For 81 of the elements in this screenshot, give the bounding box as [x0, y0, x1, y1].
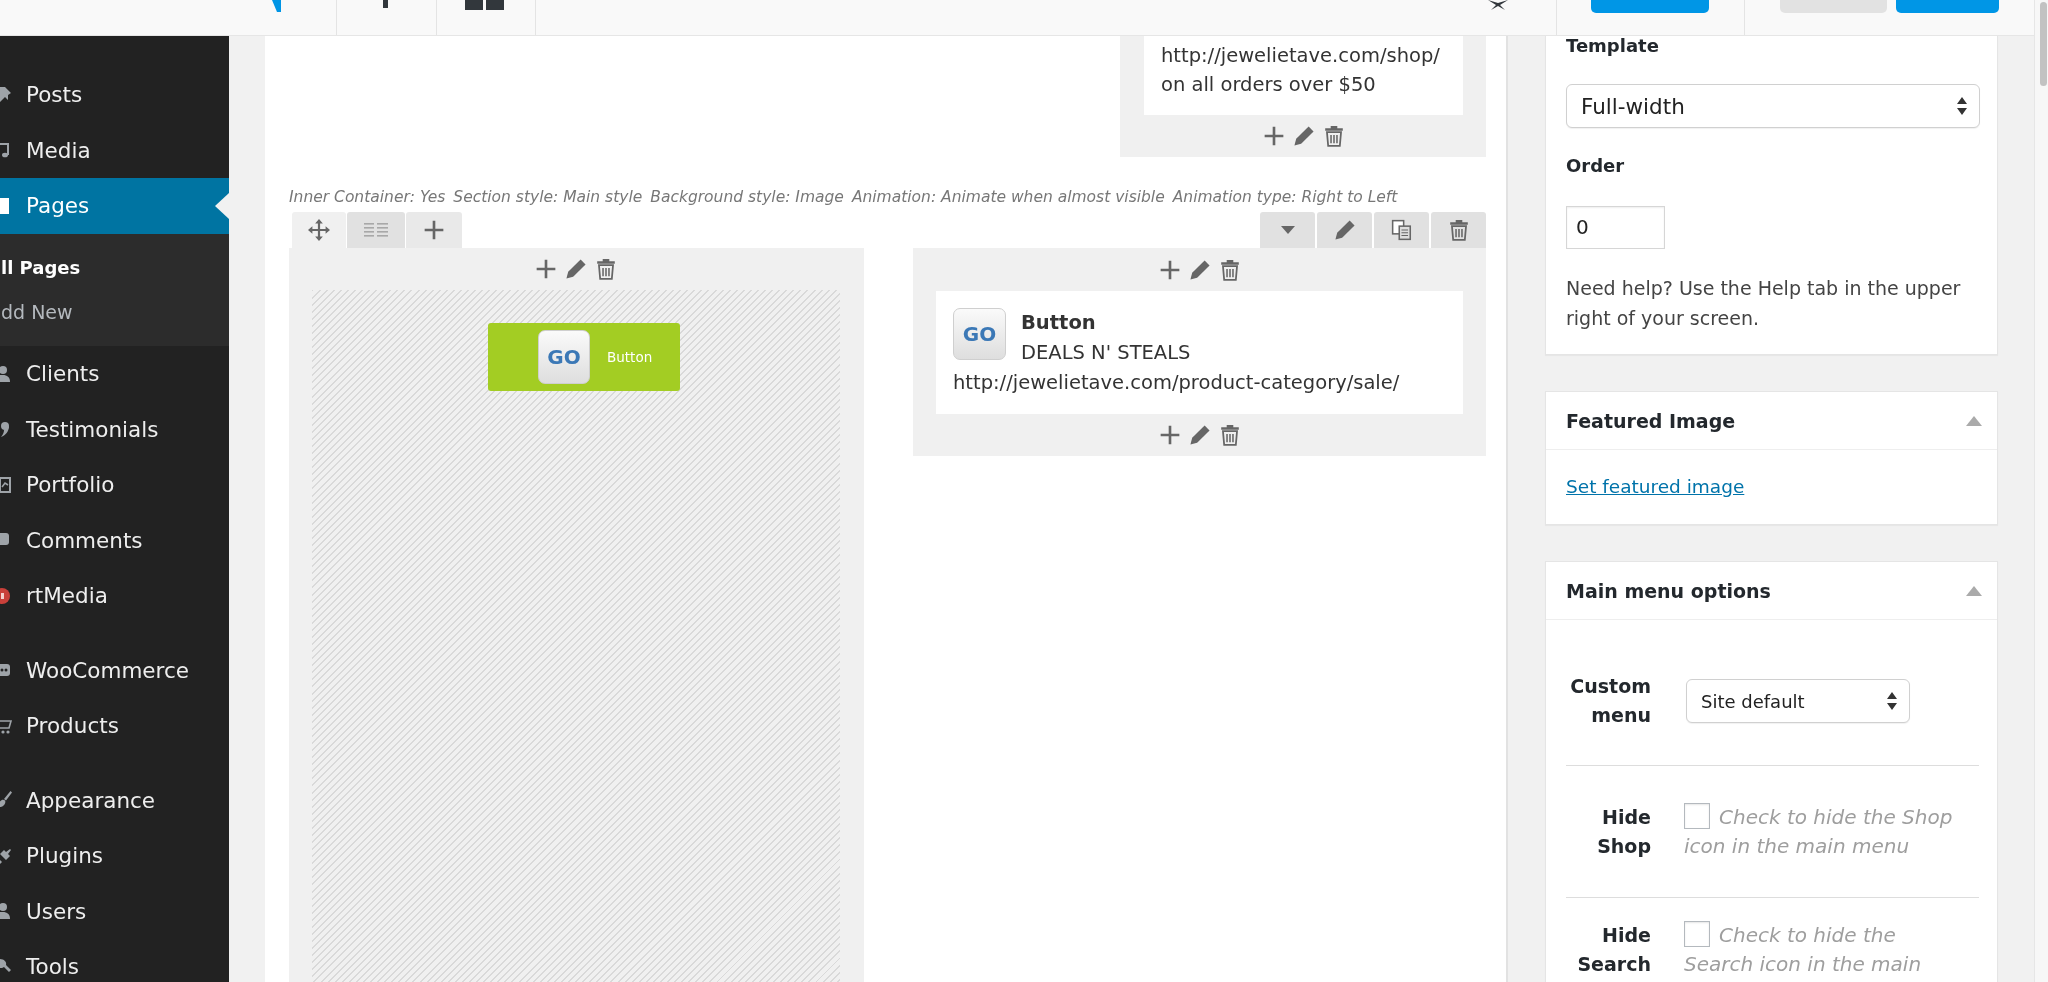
order-field[interactable]: 0: [1566, 206, 1665, 249]
row-setting: Animation: Animate when almost visible: [851, 187, 1165, 207]
menu-button[interactable]: [1260, 212, 1315, 248]
pencil-icon: [1333, 219, 1356, 241]
person-icon: [0, 363, 12, 384]
edit-button[interactable]: [1317, 212, 1372, 248]
row-setting: Background style: Image: [650, 187, 844, 207]
menu-item[interactable]: Tools: [0, 939, 229, 982]
trash-icon[interactable]: [1322, 125, 1345, 147]
menu-item[interactable]: Clients: [0, 346, 229, 402]
pencil-icon[interactable]: [565, 258, 587, 280]
scrollbar-thumb[interactable]: [2040, 2, 2047, 86]
person-icon: [0, 901, 12, 922]
pencil-icon[interactable]: [1188, 424, 1211, 446]
add-button[interactable]: [406, 212, 462, 248]
module-url: http://jewelietave.com/product-category/sale/: [953, 370, 1401, 396]
menu-item[interactable]: rtMedia: [0, 568, 229, 624]
field-label: Order: [1566, 156, 1626, 176]
featured-image-link[interactable]: Set featured image: [1566, 472, 1745, 502]
menu-item[interactable]: Products: [0, 698, 229, 754]
row-setting: Inner Container: Yes: [289, 187, 446, 207]
sort-arrows-icon: [1957, 97, 1967, 115]
sort-arrows-icon: [1887, 692, 1897, 710]
menu-item[interactable]: Pages: [0, 178, 229, 234]
module-text: on all orders over $50: [1161, 72, 1377, 98]
row-setting: Animation type: Right to Left: [1172, 187, 1398, 207]
quote-icon: [0, 419, 12, 440]
menu-item[interactable]: Plugins: [0, 828, 229, 884]
lines-icon: [364, 223, 388, 237]
menu-item[interactable]: Portfolio: [0, 457, 229, 513]
plus-icon[interactable]: [1158, 258, 1181, 281]
field-label: Template: [1566, 36, 1660, 56]
squares-icon[interactable]: [465, 0, 504, 10]
help-text: Need help? Use the Help tab in the upper right of your screen.: [1566, 276, 1962, 331]
copy-button[interactable]: [1374, 212, 1429, 248]
trash-icon[interactable]: [1218, 424, 1241, 446]
move-button[interactable]: [292, 212, 346, 248]
button-text: Button: [607, 349, 653, 365]
checkbox[interactable]: [1684, 803, 1710, 829]
plus-icon: [423, 219, 445, 241]
checkbox[interactable]: [1684, 921, 1710, 947]
menu-item[interactable]: Comments: [0, 512, 229, 568]
select-value: Site default: [1701, 690, 1805, 712]
menu-item[interactable]: Media: [0, 122, 229, 178]
menu-item[interactable]: Posts: [0, 67, 229, 123]
pin-icon: [0, 84, 12, 105]
delete-button[interactable]: [1431, 212, 1486, 248]
trash-icon[interactable]: [595, 258, 617, 280]
metabox-title: Featured Image: [1566, 409, 1736, 432]
pencil-icon[interactable]: [1292, 125, 1315, 147]
page-icon: [0, 195, 12, 216]
submenu-item[interactable]: dd New: [0, 289, 229, 334]
go-tile: GO: [538, 330, 590, 384]
field-label: Hide Search: [1576, 923, 1651, 977]
field-label: Custom menu: [1569, 674, 1651, 728]
go-tile: GO: [953, 308, 1006, 360]
menu-item[interactable]: Appearance: [0, 772, 229, 828]
menu-item[interactable]: Users: [0, 883, 229, 939]
menu-item[interactable]: Testimonials: [0, 401, 229, 457]
menu-item[interactable]: WooCommerce: [0, 642, 229, 698]
copy-icon: [1390, 219, 1413, 241]
module-title: Button: [1021, 310, 1096, 336]
module-text: http://jewelietave.com/shop/: [1161, 43, 1441, 69]
plus-icon[interactable]: [1262, 125, 1285, 147]
trash-icon: [1447, 219, 1470, 241]
frame-icon: [0, 474, 12, 495]
field-label: Hide Shop: [1596, 805, 1651, 859]
submenu-item[interactable]: ll Pages: [0, 245, 229, 290]
menu-select[interactable]: Site default: [1686, 679, 1910, 723]
plus-icon[interactable]: [1158, 424, 1181, 446]
pencil-icon[interactable]: [1188, 258, 1211, 281]
move-icon: [308, 219, 330, 241]
row-setting: Section style: Main style: [453, 187, 643, 207]
caret-icon: [1280, 226, 1295, 234]
plus-icon[interactable]: [535, 258, 557, 280]
scrollbar-track[interactable]: [2034, 0, 2048, 982]
metabox-title: Main menu options: [1566, 579, 1771, 602]
select-value: Full-width: [1581, 93, 1685, 119]
module-subtitle: DEALS N' STEALS: [1021, 340, 1191, 366]
template-select[interactable]: Full-width: [1566, 84, 1980, 128]
trash-icon[interactable]: [1218, 258, 1241, 281]
